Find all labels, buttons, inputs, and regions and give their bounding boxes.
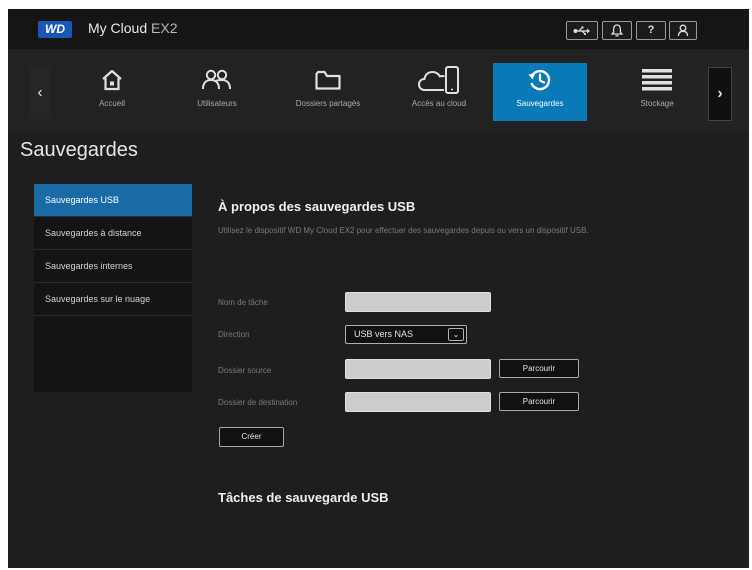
nav-item-accueil[interactable]: Accueil	[64, 63, 160, 121]
section-description: Utilisez le dispositif WD My Cloud EX2 p…	[218, 226, 589, 235]
sidebar: Sauvegardes USB Sauvegardes à distance S…	[34, 184, 192, 392]
wd-logo: WD	[38, 21, 72, 38]
sidebar-item-internal-backups[interactable]: Sauvegardes internes	[34, 250, 192, 283]
nav-label-dossiers-partages: Dossiers partagés	[295, 99, 361, 108]
nav-item-acces-au-cloud[interactable]: Accès au cloud	[394, 63, 484, 121]
direction-value: USB vers NAS	[354, 329, 414, 339]
backup-icon	[528, 69, 551, 91]
usb-icon	[573, 26, 590, 36]
sidebar-item-cloud-backups[interactable]: Sauvegardes sur le nuage	[34, 283, 192, 316]
nav-label-stockage: Stockage	[640, 99, 674, 108]
app-window: WD My Cloud EX2 ? ‹ Accueil Utilisateurs…	[8, 9, 749, 568]
cloud-device-icon	[417, 66, 459, 94]
user-menu-button[interactable]	[669, 21, 697, 40]
nav-scroll-left[interactable]: ‹	[29, 67, 51, 119]
users-icon	[202, 69, 231, 90]
destination-folder-label: Dossier de destination	[218, 398, 298, 407]
direction-label: Direction	[218, 330, 250, 339]
help-icon: ?	[647, 24, 655, 36]
nav-item-utilisateurs[interactable]: Utilisateurs	[182, 63, 252, 121]
nav-label-acces-au-cloud: Accès au cloud	[411, 99, 467, 108]
browse-destination-button[interactable]: Parcourir	[499, 392, 579, 411]
nav-item-dossiers-partages[interactable]: Dossiers partagés	[278, 63, 378, 121]
task-name-input[interactable]	[345, 292, 491, 312]
create-button[interactable]: Créer	[219, 427, 284, 447]
user-icon	[677, 24, 689, 37]
nav-item-sauvegardes[interactable]: Sauvegardes	[493, 63, 587, 121]
sidebar-item-remote-backups[interactable]: Sauvegardes à distance	[34, 217, 192, 250]
tasks-title: Tâches de sauvegarde USB	[218, 490, 389, 505]
home-icon	[102, 69, 122, 91]
section-title: À propos des sauvegardes USB	[218, 199, 416, 214]
task-name-label: Nom de tâche	[218, 298, 268, 307]
nav-item-stockage[interactable]: Stockage	[618, 63, 696, 121]
nav-scroll-right[interactable]: ›	[708, 67, 732, 121]
top-header: WD My Cloud EX2 ?	[8, 9, 749, 49]
page-title: Sauvegardes	[20, 139, 138, 161]
chevron-right-icon: ›	[717, 85, 723, 102]
notifications-button[interactable]	[602, 21, 632, 40]
usb-button[interactable]	[566, 21, 598, 40]
folder-icon	[315, 70, 341, 90]
source-folder-label: Dossier source	[218, 366, 272, 375]
chevron-left-icon: ‹	[37, 84, 43, 101]
app-model: EX2	[147, 20, 178, 36]
nav-label-accueil: Accueil	[99, 99, 125, 108]
chevron-down-icon: ⌄	[448, 328, 464, 341]
nav-label-utilisateurs: Utilisateurs	[197, 99, 237, 108]
bell-icon	[610, 24, 624, 37]
help-button[interactable]: ?	[636, 21, 666, 40]
direction-select[interactable]: USB vers NAS ⌄	[345, 325, 467, 344]
browse-source-button[interactable]: Parcourir	[499, 359, 579, 378]
sidebar-item-usb-backups[interactable]: Sauvegardes USB	[34, 184, 192, 217]
main-nav: ‹ Accueil Utilisateurs Dossiers partagés…	[8, 49, 749, 131]
app-name: My Cloud	[88, 20, 148, 36]
nav-label-sauvegardes: Sauvegardes	[516, 99, 564, 108]
app-title: My Cloud EX2	[88, 20, 178, 36]
storage-icon	[642, 69, 672, 91]
source-folder-input[interactable]	[345, 359, 491, 379]
destination-folder-input[interactable]	[345, 392, 491, 412]
